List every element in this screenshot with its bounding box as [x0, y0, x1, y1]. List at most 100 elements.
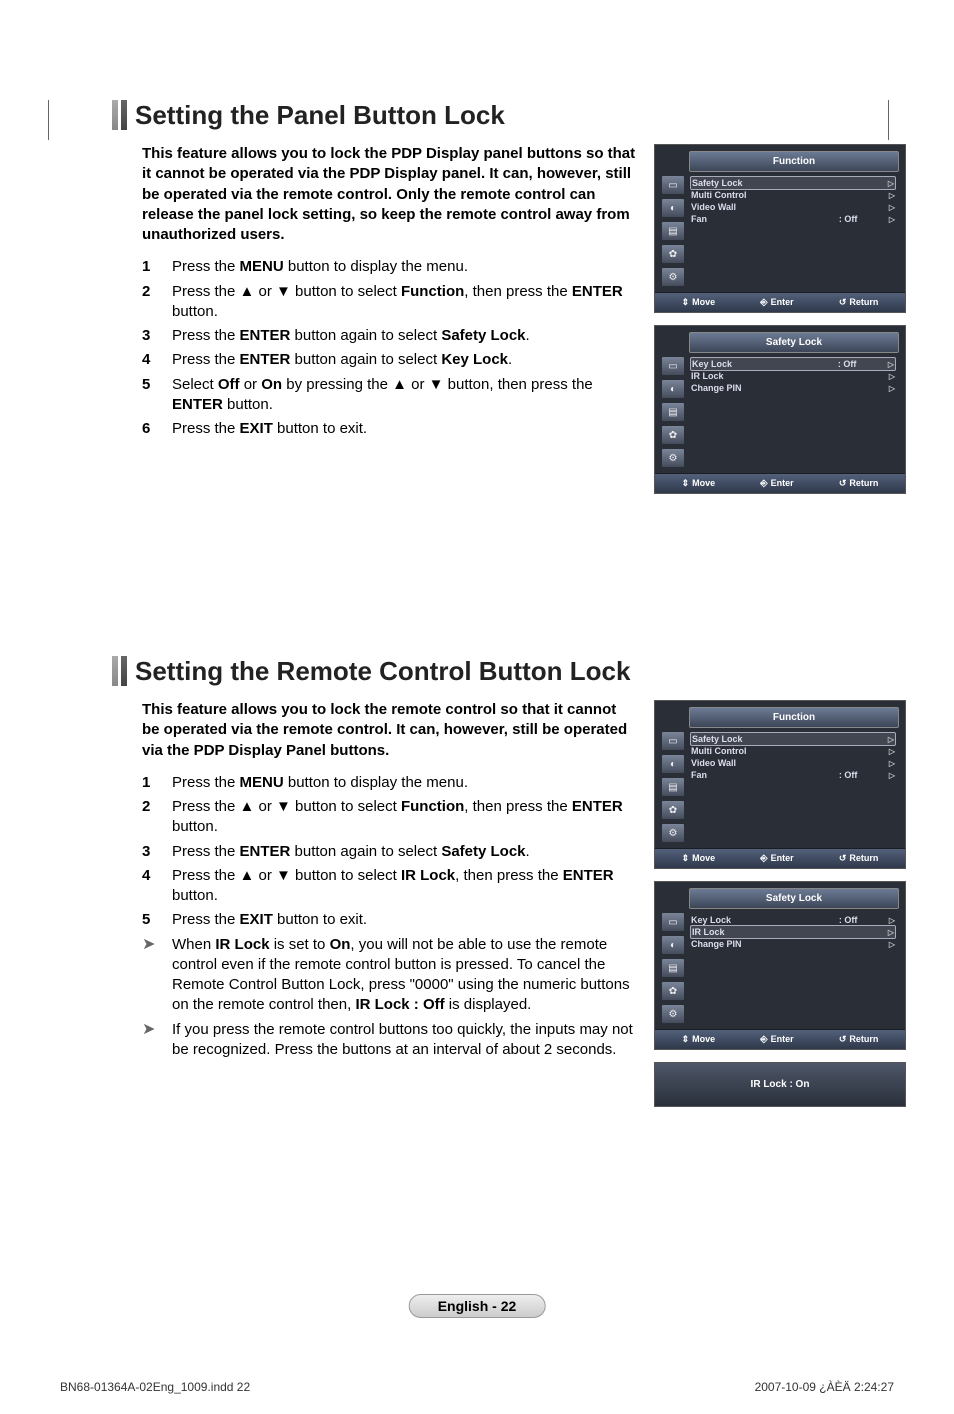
osd-footer: ⇕Move⎆Enter↺Return	[655, 1029, 905, 1049]
osd-menu-item: Key Lock: Off▷	[690, 357, 896, 371]
steps-list: 1Press the MENU button to display the me…	[142, 773, 636, 931]
chevron-right-icon: ▷	[889, 759, 895, 768]
osd-title: Safety Lock	[689, 888, 899, 909]
osd-item-label: Safety Lock	[692, 178, 830, 188]
osd-function: Function▭◐▤✿⚙Safety Lock▷Multi Control▷V…	[654, 700, 906, 869]
osd-tab-icon: ✿	[661, 425, 685, 445]
enter-icon: ⎆	[760, 478, 767, 488]
osd-tab-icon: ⚙	[661, 267, 685, 287]
step-number: 6	[142, 419, 172, 439]
chevron-right-icon: ▷	[888, 928, 894, 937]
steps-list: 1Press the MENU button to display the me…	[142, 257, 636, 439]
osd-hint: ⇕Move	[682, 297, 716, 308]
osd-tab-icon: ◐	[661, 935, 685, 955]
osd-sidebar-icons: ▭◐▤✿⚙	[661, 353, 685, 473]
osd-menu-list: Safety Lock▷Multi Control▷Video Wall▷Fan…	[685, 728, 899, 848]
move-icon: ⇕	[682, 297, 690, 307]
header-bars-icon	[112, 656, 127, 686]
osd-item-value: : Off	[831, 915, 889, 925]
osd-menu-item: Multi Control ▷	[691, 189, 895, 201]
move-icon: ⇕	[682, 478, 690, 488]
osd-hint: ⎆Enter	[760, 297, 793, 308]
note-arrow-icon: ➤	[142, 1020, 172, 1061]
osd-tab-icon: ◐	[661, 198, 685, 218]
osd-item-label: Multi Control	[691, 190, 831, 200]
step-item: 1Press the MENU button to display the me…	[142, 257, 636, 277]
note-item: ➤When IR Lock is set to On, you will not…	[142, 935, 636, 1016]
footer-timestamp: 2007-10-09 ¿ÀÈÄ 2:24:27	[755, 1380, 894, 1394]
return-icon: ↺	[839, 297, 847, 307]
chevron-right-icon: ▷	[888, 360, 894, 369]
osd-item-value: : Off	[831, 770, 889, 780]
step-text: Press the ENTER button again to select S…	[172, 326, 636, 346]
step-text: Select Off or On by pressing the ▲ or ▼ …	[172, 375, 636, 416]
section-panel-lock: Setting the Panel Button Lock This featu…	[48, 100, 906, 506]
osd-hint: ⎆Enter	[760, 478, 793, 489]
chevron-right-icon: ▷	[889, 384, 895, 393]
osd-tab-icon: ⚙	[661, 448, 685, 468]
section-header: Setting the Remote Control Button Lock	[112, 656, 906, 686]
osd-item-label: Safety Lock	[692, 734, 830, 744]
step-item: 3Press the ENTER button again to select …	[142, 842, 636, 862]
notes-block: ➤When IR Lock is set to On, you will not…	[142, 935, 636, 1061]
header-bars-icon	[112, 100, 127, 130]
step-item: 5Press the EXIT button to exit.	[142, 910, 636, 930]
osd-item-label: IR Lock	[691, 371, 831, 381]
step-text: Press the ▲ or ▼ button to select Functi…	[172, 797, 636, 838]
step-item: 5Select Off or On by pressing the ▲ or ▼…	[142, 375, 636, 416]
return-icon: ↺	[839, 853, 847, 863]
osd-item-label: Video Wall	[691, 758, 831, 768]
chevron-right-icon: ▷	[889, 940, 895, 949]
osd-hint: ↺Return	[839, 853, 879, 864]
section-title: Setting the Panel Button Lock	[135, 100, 505, 130]
osd-hint: ↺Return	[839, 478, 879, 489]
chevron-right-icon: ▷	[889, 916, 895, 925]
step-text: Press the MENU button to display the men…	[172, 257, 636, 277]
osd-tab-icon: ▭	[661, 912, 685, 932]
step-text: Press the ▲ or ▼ button to select Functi…	[172, 282, 636, 323]
step-text: Press the ENTER button again to select K…	[172, 350, 636, 370]
osd-title: Safety Lock	[689, 332, 899, 353]
section-header: Setting the Panel Button Lock	[112, 100, 906, 130]
osd-tab-icon: ✿	[661, 244, 685, 264]
footer-file: BN68-01364A-02Eng_1009.indd 22	[60, 1380, 250, 1394]
osd-banner: IR Lock : On	[654, 1062, 906, 1107]
step-number: 5	[142, 910, 172, 930]
step-number: 5	[142, 375, 172, 416]
chevron-right-icon: ▷	[889, 203, 895, 212]
osd-item-label: Fan	[691, 214, 831, 224]
return-icon: ↺	[839, 1034, 847, 1044]
osd-menu-item: IR Lock ▷	[690, 925, 896, 939]
chevron-right-icon: ▷	[889, 771, 895, 780]
osd-item-label: Fan	[691, 770, 831, 780]
osd-tab-icon: ▭	[661, 731, 685, 751]
osd-hint: ⇕Move	[682, 1034, 716, 1045]
osd-menu-item: Video Wall ▷	[691, 757, 895, 769]
note-text: When IR Lock is set to On, you will not …	[172, 935, 636, 1016]
step-text: Press the MENU button to display the men…	[172, 773, 636, 793]
osd-menu-item: Change PIN▷	[691, 382, 895, 394]
chevron-right-icon: ▷	[889, 372, 895, 381]
osd-sidebar-icons: ▭◐▤✿⚙	[661, 728, 685, 848]
osd-sidebar-icons: ▭◐▤✿⚙	[661, 909, 685, 1029]
enter-icon: ⎆	[760, 853, 767, 863]
osd-tab-icon: ⚙	[661, 1004, 685, 1024]
step-item: 1Press the MENU button to display the me…	[142, 773, 636, 793]
osd-tab-icon: ▭	[661, 175, 685, 195]
step-item: 3Press the ENTER button again to select …	[142, 326, 636, 346]
step-item: 6Press the EXIT button to exit.	[142, 419, 636, 439]
intro-text: This feature allows you to lock the PDP …	[142, 144, 636, 245]
osd-item-label: IR Lock	[692, 927, 830, 937]
chevron-right-icon: ▷	[889, 191, 895, 200]
osd-item-value: : Off	[830, 359, 888, 369]
osd-menu-list: Safety Lock▷Multi Control▷Video Wall▷Fan…	[685, 172, 899, 292]
osd-tab-icon: ◐	[661, 754, 685, 774]
chevron-right-icon: ▷	[889, 747, 895, 756]
step-text: Press the ENTER button again to select S…	[172, 842, 636, 862]
osd-menu-item: Fan: Off▷	[691, 213, 895, 225]
osd-tab-icon: ▤	[661, 221, 685, 241]
step-text: Press the EXIT button to exit.	[172, 419, 636, 439]
step-number: 1	[142, 773, 172, 793]
osd-hint: ↺Return	[839, 297, 879, 308]
chevron-right-icon: ▷	[888, 179, 894, 188]
